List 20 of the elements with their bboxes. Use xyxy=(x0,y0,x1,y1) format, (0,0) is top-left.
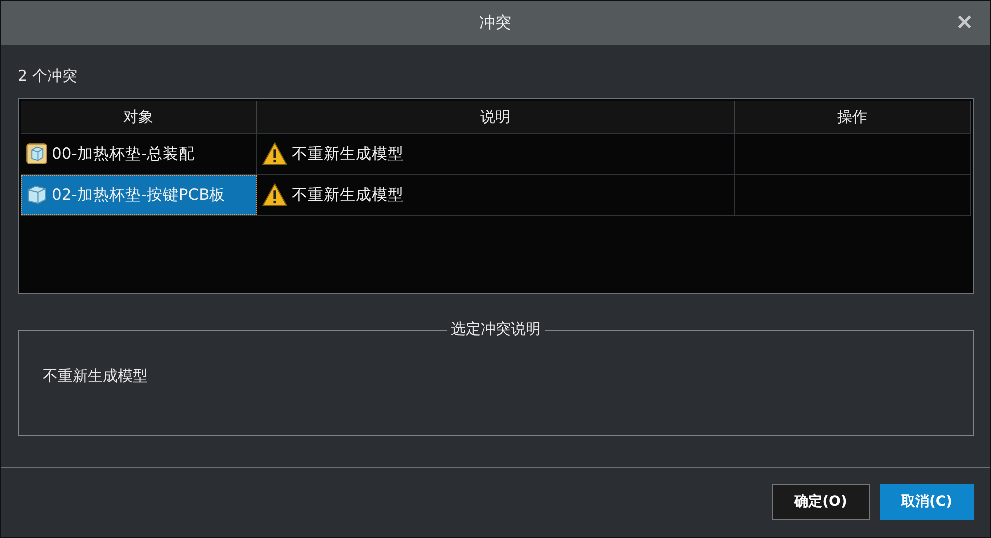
cancel-button[interactable]: 取消(C) xyxy=(880,484,974,520)
table-row[interactable]: 00-加热杯垫-总装配 不重新生成模型 xyxy=(21,133,971,174)
panel-legend: 选定冲突说明 xyxy=(447,320,545,339)
column-header[interactable]: 对象 xyxy=(21,101,257,133)
close-button[interactable]: × xyxy=(954,13,976,33)
ok-button[interactable]: 确定(O) xyxy=(772,484,870,520)
description-text: 不重新生成模型 xyxy=(292,184,404,206)
warning-icon xyxy=(262,183,288,207)
details-text: 不重新生成模型 xyxy=(43,367,148,385)
description-text: 不重新生成模型 xyxy=(292,144,404,164)
column-header[interactable]: 说明 xyxy=(257,101,735,133)
cube-icon xyxy=(26,184,48,206)
assembly-cube-icon xyxy=(26,143,48,165)
warning-icon xyxy=(262,142,288,166)
conflict-count: 2 个冲突 xyxy=(18,67,78,86)
table-row[interactable]: 02-加热杯垫-按键PCB板 不重新生成模型 xyxy=(21,174,971,216)
object-name: 02-加热杯垫-按键PCB板 xyxy=(52,184,226,206)
column-header[interactable]: 操作 xyxy=(735,101,971,133)
window-title: 冲突 xyxy=(480,12,512,34)
object-name: 00-加热杯垫-总装配 xyxy=(52,144,195,164)
